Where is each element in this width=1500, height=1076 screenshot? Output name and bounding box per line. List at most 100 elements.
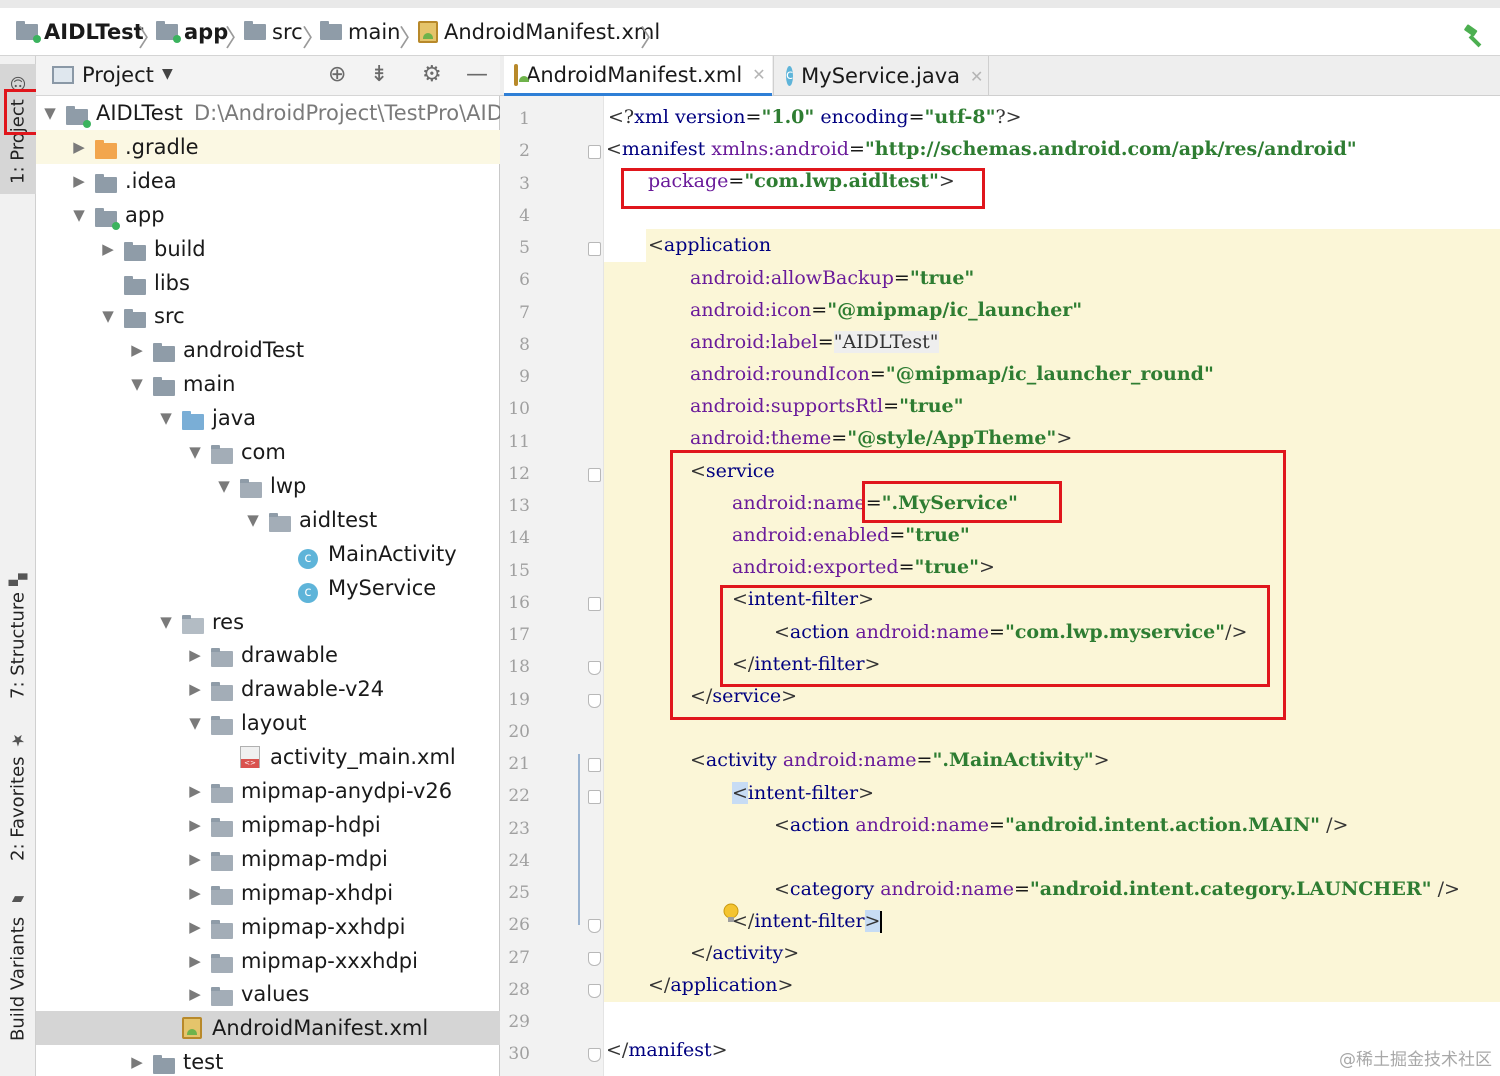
- tree-item[interactable]: AndroidManifest.xml: [36, 1011, 500, 1046]
- hide-panel-icon[interactable]: —: [466, 62, 488, 87]
- tree-item[interactable]: ▶ mipmap-xxhdpi: [36, 910, 500, 944]
- tree-item[interactable]: ▶ mipmap-xxxhdpi: [36, 944, 500, 978]
- fold-start-icon[interactable]: [588, 467, 601, 482]
- expand-arrow-icon[interactable]: ▼: [158, 409, 174, 427]
- tree-item-icon: [124, 275, 146, 300]
- fold-end-icon[interactable]: [588, 693, 601, 708]
- fold-end-icon[interactable]: [588, 1048, 601, 1063]
- build-hammer-icon[interactable]: [1462, 24, 1486, 48]
- tree-item[interactable]: c MainActivity: [36, 537, 500, 571]
- tree-item[interactable]: ▶ .gradle: [36, 129, 500, 164]
- expand-arrow-icon[interactable]: ▼: [42, 104, 58, 122]
- fold-start-icon[interactable]: [588, 596, 601, 611]
- tool-tab-favorites[interactable]: 2: Favorites ★: [0, 726, 36, 866]
- fold-start-icon[interactable]: [588, 242, 601, 256]
- class-icon: c: [786, 66, 794, 86]
- tab-androidmanifest[interactable]: AndroidManifest.xml ✕: [504, 56, 772, 96]
- fold-end-icon[interactable]: [588, 661, 601, 676]
- tree-item[interactable]: ▶ mipmap-xhdpi: [36, 876, 500, 910]
- class-icon: c: [298, 582, 318, 603]
- fold-end-icon[interactable]: [588, 951, 601, 966]
- expand-arrow-icon[interactable]: ▼: [158, 613, 174, 631]
- tree-item[interactable]: ▼ main: [36, 367, 500, 401]
- tree-item-label: mipmap-mdpi: [241, 846, 388, 871]
- tree-item[interactable]: ▶ mipmap-hdpi: [36, 808, 500, 842]
- tree-item[interactable]: ▶ test: [36, 1045, 500, 1076]
- collapse-arrow-icon[interactable]: ▶: [187, 884, 203, 902]
- tree-item[interactable]: libs: [36, 266, 500, 300]
- highlight-intent-filter: [720, 585, 1270, 687]
- manifest-file-icon: [418, 21, 438, 43]
- tree-item-label: build: [154, 236, 206, 261]
- expand-arrow-icon[interactable]: ▼: [71, 206, 87, 224]
- tab-myservice[interactable]: c MyService.java ✕: [776, 56, 988, 96]
- tree-item-icon: [95, 207, 120, 232]
- tree-item[interactable]: ▶ mipmap-anydpi-v26: [36, 774, 500, 808]
- tree-item[interactable]: ▼ res: [36, 605, 500, 639]
- line-number: 11: [508, 431, 530, 452]
- expand-arrow-icon[interactable]: ▼: [216, 477, 232, 495]
- breadcrumb-aidltest[interactable]: AIDLTest: [16, 17, 144, 47]
- tree-item[interactable]: ▶ values: [36, 977, 500, 1011]
- collapse-arrow-icon[interactable]: ▶: [187, 782, 203, 800]
- breadcrumb-app[interactable]: app: [156, 17, 228, 47]
- tree-item[interactable]: activity_main.xml: [36, 740, 500, 774]
- project-view-selector[interactable]: Project: [82, 63, 154, 87]
- collapse-arrow-icon[interactable]: ▶: [187, 646, 203, 664]
- tree-item[interactable]: ▼ java: [36, 401, 500, 435]
- close-icon[interactable]: ✕: [752, 65, 765, 84]
- collapse-arrow-icon[interactable]: ▶: [187, 680, 203, 698]
- fold-start-icon[interactable]: [588, 790, 601, 805]
- line-number: 2: [519, 141, 530, 162]
- collapse-arrow-icon[interactable]: ▶: [187, 918, 203, 936]
- collapse-arrow-icon[interactable]: ▶: [187, 850, 203, 868]
- tree-item[interactable]: ▶ drawable-v24: [36, 672, 500, 706]
- expand-arrow-icon[interactable]: ▼: [129, 375, 145, 393]
- tree-item[interactable]: ▼ layout: [36, 706, 500, 740]
- tree-item[interactable]: ▶ drawable: [36, 638, 500, 672]
- collapse-arrow-icon[interactable]: ▶: [71, 138, 87, 156]
- collapse-arrow-icon[interactable]: ▶: [187, 985, 203, 1003]
- tree-item[interactable]: ▶ androidTest: [36, 333, 500, 367]
- fold-end-icon[interactable]: [588, 983, 601, 998]
- tree-item[interactable]: ▶ build: [36, 232, 500, 266]
- folder-icon: [124, 309, 146, 329]
- tree-item[interactable]: ▶ .idea: [36, 164, 500, 198]
- locate-file-icon[interactable]: ⊕: [328, 62, 346, 87]
- lightbulb-intention-icon[interactable]: [723, 903, 739, 925]
- collapse-arrow-icon[interactable]: ▶: [187, 816, 203, 834]
- tree-item[interactable]: ▶ mipmap-mdpi: [36, 842, 500, 876]
- line-number: 21: [508, 754, 530, 774]
- breadcrumb-androidmanifest[interactable]: AndroidManifest.xml: [418, 17, 660, 47]
- collapse-arrow-icon[interactable]: ▶: [129, 341, 145, 359]
- chevron-down-icon[interactable]: ▼: [162, 66, 173, 82]
- tool-tab-build-variants[interactable]: Build Variants ▰: [0, 886, 36, 1046]
- code-line-21: <activity android:name=".MainActivity">: [690, 749, 1110, 771]
- collapse-arrow-icon[interactable]: ▶: [71, 172, 87, 190]
- tree-item[interactable]: ▼ lwp: [36, 469, 500, 503]
- close-icon[interactable]: ✕: [970, 67, 983, 86]
- tool-tab-structure[interactable]: 7: Structure ▚: [0, 566, 36, 706]
- package-folder-icon: [211, 445, 233, 464]
- expand-arrow-icon[interactable]: ▼: [187, 714, 203, 732]
- expand-arrow-icon[interactable]: ▼: [245, 511, 261, 529]
- tree-item[interactable]: ▼ AIDLTest D:\AndroidProject\TestPro\AIDLT: [36, 96, 525, 130]
- collapse-arrow-icon[interactable]: ▶: [129, 1053, 145, 1071]
- breadcrumb-src[interactable]: src: [244, 17, 303, 47]
- gear-icon[interactable]: ⚙: [422, 62, 442, 87]
- fold-start-icon[interactable]: [588, 145, 601, 160]
- fold-end-icon[interactable]: [588, 919, 601, 934]
- breadcrumb-main[interactable]: main: [320, 17, 400, 47]
- tree-item[interactable]: ▼ com: [36, 435, 500, 469]
- expand-arrow-icon[interactable]: ▼: [100, 307, 116, 325]
- tree-item[interactable]: c MyService: [36, 571, 500, 605]
- collapse-all-icon[interactable]: ⇟: [370, 62, 388, 87]
- tree-item[interactable]: ▼ aidltest: [36, 503, 500, 537]
- collapse-arrow-icon[interactable]: ▶: [100, 240, 116, 258]
- fold-start-icon[interactable]: [588, 758, 601, 772]
- line-number: 20: [508, 721, 530, 742]
- tree-item[interactable]: ▼ app: [36, 198, 500, 232]
- tree-item[interactable]: ▼ src: [36, 299, 500, 333]
- collapse-arrow-icon[interactable]: ▶: [187, 952, 203, 970]
- expand-arrow-icon[interactable]: ▼: [187, 443, 203, 461]
